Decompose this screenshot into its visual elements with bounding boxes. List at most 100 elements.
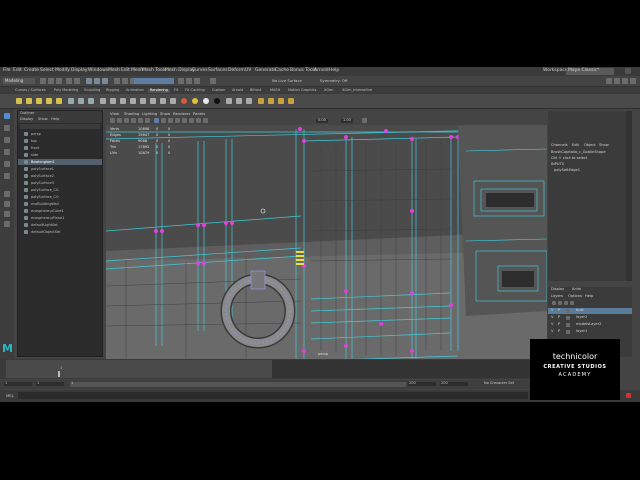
outliner-item[interactable]: top bbox=[18, 138, 102, 144]
shelf-tab-xgen[interactable]: XGen bbox=[324, 88, 333, 93]
lights-icon[interactable] bbox=[175, 118, 180, 123]
layer-visibility-toggle[interactable]: V bbox=[551, 322, 553, 327]
time-slider-track-end[interactable] bbox=[272, 360, 530, 378]
shelf-tab-mash[interactable]: MASH bbox=[270, 88, 280, 93]
exposure-field[interactable]: 0.00 bbox=[316, 118, 328, 123]
rotate-tool-icon[interactable] bbox=[4, 161, 10, 167]
single-view-icon[interactable] bbox=[4, 191, 10, 197]
resolution-gate-icon[interactable] bbox=[145, 118, 150, 123]
shelf-tab-rendering[interactable]: Rendering bbox=[148, 88, 170, 93]
scene-render[interactable] bbox=[106, 111, 547, 359]
light-editor-icon[interactable] bbox=[140, 98, 146, 104]
isolate-select-icon[interactable] bbox=[196, 118, 201, 123]
menu-create[interactable]: Create bbox=[24, 68, 39, 74]
shelf-tab-fx-caching[interactable]: FX Caching bbox=[185, 88, 205, 93]
camera-aim-icon[interactable] bbox=[78, 98, 84, 104]
shelf-tab-curves-surfaces[interactable]: Curves / Surfaces bbox=[15, 88, 46, 93]
outliner-menu-show[interactable]: Show bbox=[38, 117, 48, 122]
layer-color-swatch[interactable] bbox=[566, 330, 570, 334]
outliner-item[interactable]: polySurface_CO bbox=[18, 194, 102, 200]
layer-playback-toggle[interactable]: P bbox=[558, 329, 560, 334]
layer-color-swatch[interactable] bbox=[566, 323, 570, 327]
playback-end-field[interactable]: 200 bbox=[408, 381, 436, 386]
shadows-icon[interactable] bbox=[182, 118, 187, 123]
viewport-menu-show[interactable]: Show bbox=[160, 112, 170, 116]
menu-mesh-display[interactable]: Mesh Display bbox=[165, 68, 195, 74]
layer-visibility-toggle[interactable]: V bbox=[551, 329, 553, 334]
camera-aim-up-icon[interactable] bbox=[88, 98, 94, 104]
viewport-menu-shading[interactable]: Shading bbox=[124, 112, 139, 116]
channelbox-menu-object[interactable]: Object bbox=[584, 143, 596, 148]
render-settings-shelf-icon[interactable] bbox=[130, 98, 136, 104]
outliner-item[interactable]: polySurface_CG bbox=[18, 187, 102, 193]
scale-tool-icon[interactable] bbox=[4, 173, 10, 179]
phong-icon[interactable] bbox=[203, 98, 209, 104]
spot-light-icon[interactable] bbox=[26, 98, 32, 104]
lasso-tool-icon[interactable] bbox=[4, 125, 10, 131]
persp-outliner-icon[interactable] bbox=[4, 211, 10, 217]
lambert-icon[interactable] bbox=[181, 98, 187, 104]
layer-visibility-toggle[interactable]: V bbox=[551, 308, 553, 313]
lock-icon[interactable] bbox=[625, 68, 631, 74]
layer-menu-options[interactable]: Options bbox=[568, 294, 582, 299]
playback-start-field[interactable]: 1 bbox=[36, 381, 64, 386]
outliner-item[interactable]: defaultLightSet bbox=[18, 222, 102, 228]
time-slider[interactable]: 1 bbox=[0, 359, 530, 379]
image-plane-icon[interactable] bbox=[124, 118, 129, 123]
render-setup-icon[interactable] bbox=[150, 98, 156, 104]
menu-edit-mesh[interactable]: Edit Mesh bbox=[121, 68, 143, 74]
symmetry-label[interactable]: Symmetry: Off bbox=[320, 79, 348, 83]
paint-select-tool-icon[interactable] bbox=[4, 137, 10, 143]
textured-icon[interactable] bbox=[168, 118, 173, 123]
menuset-dropdown[interactable]: Modeling bbox=[3, 78, 35, 84]
layer-playback-toggle[interactable]: P bbox=[558, 315, 560, 320]
layer-row[interactable]: V Player2 bbox=[548, 315, 632, 321]
layer-row[interactable]: V PmodelsLayer2 bbox=[548, 322, 632, 328]
outliner-item[interactable]: front bbox=[18, 145, 102, 151]
viewport-menu-lighting[interactable]: Lighting bbox=[142, 112, 157, 116]
menu-display[interactable]: Display bbox=[71, 68, 88, 74]
xray-icon[interactable] bbox=[203, 118, 208, 123]
uv-editor-icon[interactable] bbox=[246, 98, 252, 104]
material-icon[interactable] bbox=[170, 98, 176, 104]
paint-effects-icon[interactable] bbox=[278, 98, 284, 104]
camera-attributes-icon[interactable] bbox=[110, 118, 115, 123]
attribute-editor-icon[interactable] bbox=[614, 78, 620, 84]
menu-curves[interactable]: Curves bbox=[192, 68, 208, 74]
layer-down-icon[interactable] bbox=[558, 301, 562, 305]
outliner-item[interactable]: polySurface3 bbox=[18, 180, 102, 186]
shelf-tab-custom[interactable]: Custom bbox=[212, 88, 225, 93]
command-line-input[interactable] bbox=[18, 392, 528, 399]
layer-color-swatch[interactable] bbox=[566, 316, 570, 320]
layer-menu-help[interactable]: Help bbox=[585, 294, 593, 299]
surface-shader-icon[interactable] bbox=[214, 98, 220, 104]
toon-icon[interactable] bbox=[288, 98, 294, 104]
tool-settings-icon[interactable] bbox=[622, 78, 628, 84]
menu-surfaces[interactable]: Surfaces bbox=[208, 68, 228, 74]
layer-tab-anim[interactable]: Anim bbox=[572, 287, 581, 292]
camera-icon[interactable] bbox=[68, 98, 74, 104]
viewport-menu-view[interactable]: View bbox=[110, 112, 119, 116]
outliner-item[interactable]: ecosphere:pPlane1 bbox=[18, 215, 102, 221]
selection-mask-bar[interactable] bbox=[134, 78, 174, 84]
character-set-dropdown[interactable]: No Character Set bbox=[484, 381, 514, 386]
menu-bonus-tools[interactable]: Bonus Tools bbox=[290, 68, 316, 74]
texture-icon[interactable] bbox=[236, 98, 242, 104]
layer-tab-display[interactable]: Display bbox=[551, 287, 564, 292]
new-scene-icon[interactable] bbox=[40, 78, 46, 84]
shelf-tab-fx[interactable]: FX bbox=[174, 88, 178, 93]
layer-visibility-toggle[interactable]: V bbox=[551, 315, 553, 320]
render-settings-icon[interactable] bbox=[194, 78, 200, 84]
outliner-item[interactable]: side bbox=[18, 152, 102, 158]
grid-toggle-icon[interactable] bbox=[131, 118, 136, 123]
smooth-shade-icon[interactable] bbox=[161, 118, 166, 123]
shelf-tab-motion-graphics[interactable]: Motion Graphics bbox=[288, 88, 316, 93]
outliner-menu-help[interactable]: Help bbox=[51, 117, 59, 122]
open-scene-icon[interactable] bbox=[48, 78, 54, 84]
menu-edit[interactable]: Edit bbox=[13, 68, 22, 74]
select-hierarchy-icon[interactable] bbox=[86, 78, 92, 84]
assign-material-icon[interactable] bbox=[226, 98, 232, 104]
menu-windows[interactable]: Windows bbox=[88, 68, 108, 74]
undo-icon[interactable] bbox=[66, 78, 72, 84]
select-object-icon[interactable] bbox=[94, 78, 100, 84]
